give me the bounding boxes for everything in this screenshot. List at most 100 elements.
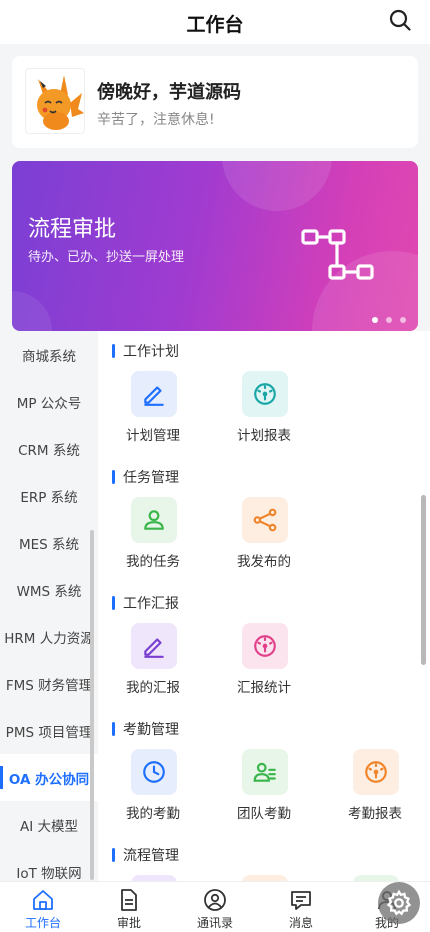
module-label: 汇报统计	[237, 680, 291, 696]
dashboard-icon	[242, 623, 288, 669]
sidebar-item-crm[interactable]: CRM 系统	[0, 425, 98, 472]
sidebar-item-erp[interactable]: ERP 系统	[0, 472, 98, 519]
section-title-text: 流程管理	[123, 848, 179, 864]
module-team-attendance[interactable]: 团队考勤	[209, 749, 319, 829]
section-title: 流程管理	[112, 847, 179, 864]
sidebar-item-fms[interactable]: FMS 财务管理	[0, 660, 98, 707]
dashboard-icon	[242, 371, 288, 417]
sidebar-item-pms[interactable]: PMS 项目管理	[0, 707, 98, 754]
sidebar-item-wms[interactable]: WMS 系统	[0, 566, 98, 613]
section-marker	[112, 722, 115, 736]
module-report-stats[interactable]: 汇报统计	[209, 623, 319, 703]
module-my-attendance[interactable]: 我的考勤	[98, 749, 208, 829]
avatar[interactable]	[25, 68, 85, 134]
tab-label: 工作台	[24, 916, 61, 930]
module-label: 计划管理	[126, 428, 180, 444]
module-my-reports[interactable]: 我的汇报	[98, 623, 208, 703]
tab-label: 通讯录	[196, 916, 233, 930]
document-icon	[121, 889, 137, 911]
module-panel: 工作计划 计划管理 计划报表 任务管理 我的任务 我发布的 工作汇报 我的汇报 …	[98, 331, 430, 881]
section-work-plan: 工作计划 计划管理 计划报表	[98, 331, 430, 457]
home-icon	[33, 890, 53, 910]
sidebar-item-mes[interactable]: MES 系统	[0, 519, 98, 566]
module-grid: 我的汇报 汇报统计	[98, 623, 430, 703]
module-plan-manage[interactable]: 计划管理	[98, 371, 208, 451]
search-icon[interactable]	[388, 8, 412, 32]
section-marker	[112, 470, 115, 484]
bottom-tab-bar: 工作台 审批 通讯录 消息 我的	[0, 881, 430, 932]
dashboard-icon	[353, 749, 399, 795]
team-icon	[242, 749, 288, 795]
section-attendance: 考勤管理 我的考勤 团队考勤 考勤报表	[98, 709, 430, 835]
promo-banner[interactable]: 流程审批 待办、已办、抄送一屏处理	[12, 161, 418, 331]
gear-icon	[386, 889, 412, 916]
module-label: 考勤报表	[348, 806, 402, 822]
section-title-text: 考勤管理	[123, 722, 179, 738]
sidebar-item-oa[interactable]: OA 办公协同	[0, 754, 98, 801]
greeting-title: 傍晚好，芋道源码	[97, 82, 241, 103]
banner-decor-circle	[222, 161, 332, 211]
section-title: 考勤管理	[112, 721, 179, 738]
section-title: 工作计划	[112, 343, 179, 360]
sidebar-item-hrm[interactable]: HRM 人力资源	[0, 613, 98, 660]
module-grid: 我的考勤 团队考勤 考勤报表	[98, 749, 430, 829]
banner-dot[interactable]	[386, 317, 392, 323]
floating-settings-button[interactable]	[378, 882, 420, 924]
greeting-subtitle: 辛苦了，注意休息!	[97, 112, 215, 128]
edit-icon	[131, 623, 177, 669]
sidebar-item-mall[interactable]: 商城系统	[0, 331, 98, 378]
module-label: 计划报表	[237, 428, 291, 444]
sidebar-item-mp[interactable]: MP 公众号	[0, 378, 98, 425]
tab-workbench[interactable]: 工作台	[0, 882, 86, 932]
module-grid: 计划管理 计划报表	[98, 371, 430, 451]
section-task-manage: 任务管理 我的任务 我发布的	[98, 457, 430, 583]
section-marker	[112, 848, 115, 862]
section-process-manage: 流程管理	[98, 835, 430, 881]
section-title: 任务管理	[112, 469, 179, 486]
section-marker	[112, 344, 115, 358]
section-title: 工作汇报	[112, 595, 179, 612]
top-header: 工作台	[0, 0, 430, 44]
tab-label: 消息	[288, 916, 313, 930]
banner-dot[interactable]	[372, 317, 378, 323]
pikachu-avatar-icon	[37, 75, 84, 130]
module-label: 我的考勤	[126, 806, 180, 822]
section-work-report: 工作汇报 我的汇报 汇报统计	[98, 583, 430, 709]
module-grid: 我的任务 我发布的	[98, 497, 430, 577]
banner-pagination	[372, 317, 406, 323]
module-label: 我发布的	[237, 554, 291, 570]
contacts-icon	[204, 889, 226, 911]
section-title-text: 工作汇报	[123, 596, 179, 612]
module-my-tasks[interactable]: 我的任务	[98, 497, 208, 577]
module-label: 我的任务	[126, 554, 180, 570]
banner-title: 流程审批	[28, 217, 117, 242]
module-plan-report[interactable]: 计划报表	[209, 371, 319, 451]
module-label: 团队考勤	[237, 806, 291, 822]
workflow-icon	[301, 229, 374, 280]
tab-label: 审批	[116, 916, 141, 930]
message-icon	[291, 891, 311, 910]
section-title-text: 工作计划	[123, 344, 179, 360]
module-attendance-report[interactable]: 考勤报表	[320, 749, 430, 829]
page-title: 工作台	[186, 14, 244, 36]
edit-icon	[131, 371, 177, 417]
sidebar-item-ai[interactable]: AI 大模型	[0, 801, 98, 848]
user-icon	[131, 497, 177, 543]
banner-subtitle: 待办、已办、抄送一屏处理	[28, 250, 185, 265]
module-label: 我的汇报	[126, 680, 180, 696]
tab-approval[interactable]: 审批	[86, 882, 172, 932]
clock-icon	[131, 749, 177, 795]
module-my-published[interactable]: 我发布的	[209, 497, 319, 577]
banner-dot[interactable]	[400, 317, 406, 323]
section-marker	[112, 596, 115, 610]
greeting-card: 傍晚好，芋道源码 辛苦了，注意休息!	[12, 56, 418, 148]
sidebar-scrollbar[interactable]	[90, 530, 94, 880]
sidebar-item-iot[interactable]: IoT 物联网	[0, 848, 98, 882]
tab-messages[interactable]: 消息	[258, 882, 344, 932]
content-scrollbar[interactable]	[421, 495, 426, 665]
category-sidebar: 商城系统 MP 公众号 CRM 系统 ERP 系统 MES 系统 WMS 系统 …	[0, 331, 98, 881]
share-icon	[242, 497, 288, 543]
tab-contacts[interactable]: 通讯录	[172, 882, 258, 932]
section-title-text: 任务管理	[123, 470, 179, 486]
banner-decor-circle	[12, 291, 52, 331]
